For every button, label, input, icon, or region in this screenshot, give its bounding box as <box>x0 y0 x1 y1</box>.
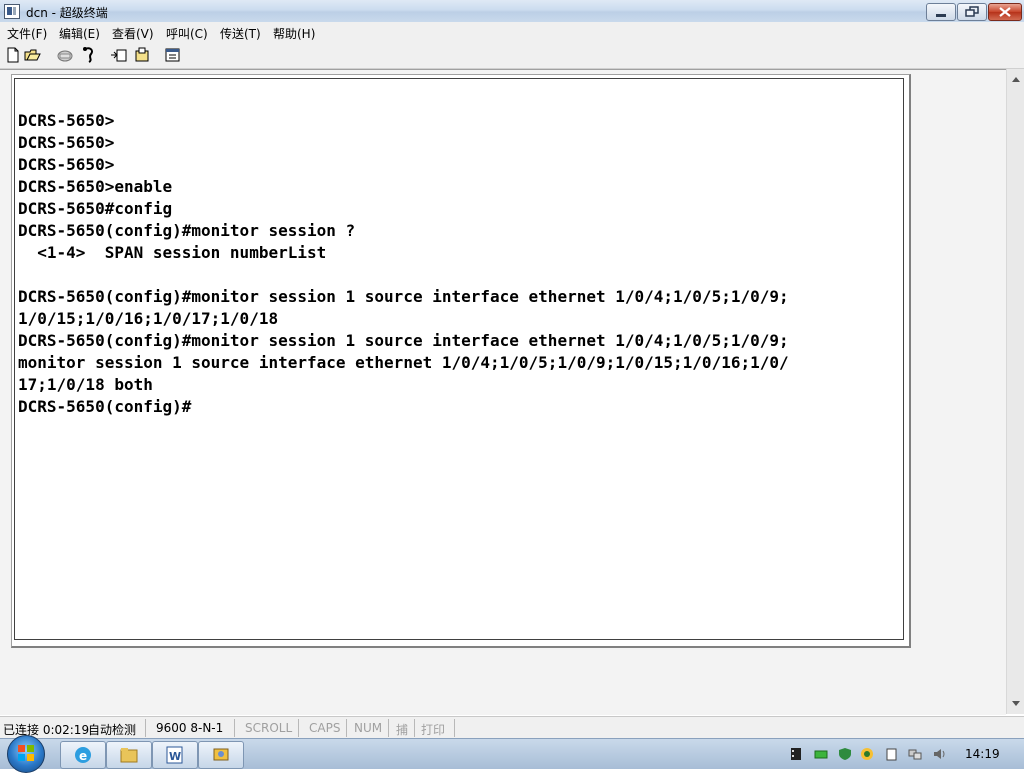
terminal-line: DCRS-5650> <box>18 155 115 174</box>
close-button[interactable] <box>988 3 1022 21</box>
battery-icon[interactable] <box>814 747 828 761</box>
menu-edit[interactable]: 编辑(E) <box>59 25 100 42</box>
status-num: NUM <box>354 721 383 735</box>
device-icon[interactable] <box>884 747 898 761</box>
status-capture: 捕 <box>396 723 409 737</box>
explorer-icon[interactable] <box>106 741 152 769</box>
terminal-line: DCRS-5650(config)# <box>18 397 192 416</box>
terminal-output: DCRS-5650> DCRS-5650> DCRS-5650> DCRS-5650>… <box>18 110 789 418</box>
svg-text:W: W <box>169 750 181 763</box>
hyperterminal-icon[interactable] <box>198 741 244 769</box>
terminal-line: 17;1/0/18 both <box>18 375 153 394</box>
status-caps: CAPS <box>309 721 341 735</box>
terminal-line: DCRS-5650#config <box>18 199 173 218</box>
terminal-line: <1-4> SPAN session numberList <box>18 243 327 262</box>
menu-help[interactable]: 帮助(H) <box>273 25 315 42</box>
menu-call[interactable]: 呼叫(C) <box>166 25 208 42</box>
status-detect: 自动检测 <box>88 723 137 737</box>
ie-icon[interactable]: e <box>60 741 106 769</box>
status-bar: 已连接 0:02:19 自动检测 9600 8-N-1 SCROLL CAPS … <box>0 716 1024 739</box>
scroll-down-icon[interactable] <box>1007 695 1024 712</box>
start-button[interactable] <box>7 735 45 773</box>
app-icon[interactable] <box>4 4 20 19</box>
status-baud: 9600 8-N-1 <box>156 721 224 735</box>
terminal-line: DCRS-5650>enable <box>18 177 173 196</box>
network-icon[interactable] <box>860 747 874 761</box>
properties-icon[interactable] <box>164 46 182 64</box>
call-icon[interactable] <box>80 46 98 64</box>
minimize-button[interactable] <box>926 3 956 21</box>
clock[interactable]: 14:19 <box>965 747 1000 761</box>
menu-file[interactable]: 文件(F) <box>7 25 47 42</box>
svg-text:e: e <box>79 749 87 763</box>
terminal-line: DCRS-5650> <box>18 111 115 130</box>
title-bar: dcn - 超级终端 <box>0 0 1024 23</box>
status-connection: 已连接 0:02:19 <box>3 723 90 737</box>
scroll-up-icon[interactable] <box>1007 71 1024 88</box>
open-icon[interactable] <box>24 46 42 64</box>
status-scroll: SCROLL <box>245 721 293 735</box>
vertical-scrollbar[interactable] <box>1006 69 1024 714</box>
shield-icon[interactable] <box>838 747 852 761</box>
restore-button[interactable] <box>957 3 987 21</box>
toolbar <box>0 42 1024 69</box>
receive-icon[interactable] <box>134 46 152 64</box>
taskbar: e W 14:19 <box>0 735 1024 773</box>
terminal-line: DCRS-5650(config)#monitor session ? <box>18 221 356 240</box>
menu-view[interactable]: 查看(V) <box>112 25 154 42</box>
menu-bar: 文件(F) 编辑(E) 查看(V) 呼叫(C) 传送(T) 帮助(H) <box>0 22 1024 42</box>
terminal-line: DCRS-5650(config)#monitor session 1 sour… <box>18 331 789 350</box>
menu-transfer[interactable]: 传送(T) <box>220 25 261 42</box>
terminal-line: monitor session 1 source interface ether… <box>18 353 789 372</box>
terminal-line: DCRS-5650(config)#monitor session 1 sour… <box>18 287 789 306</box>
terminal-screen[interactable]: DCRS-5650> DCRS-5650> DCRS-5650> DCRS-5650>… <box>14 78 904 640</box>
connection-icon[interactable] <box>908 747 922 761</box>
volume-icon[interactable] <box>932 747 946 761</box>
terminal-line: 1/0/15;1/0/16;1/0/17;1/0/18 <box>18 309 279 328</box>
disconnect-icon[interactable] <box>56 46 74 64</box>
send-icon[interactable] <box>110 46 128 64</box>
status-print: 打印 <box>421 723 446 737</box>
word-icon[interactable]: W <box>152 741 198 769</box>
terminal-line: DCRS-5650> <box>18 133 115 152</box>
window-title: dcn - 超级终端 <box>26 6 108 20</box>
film-icon[interactable] <box>789 747 803 761</box>
new-icon[interactable] <box>4 46 22 64</box>
